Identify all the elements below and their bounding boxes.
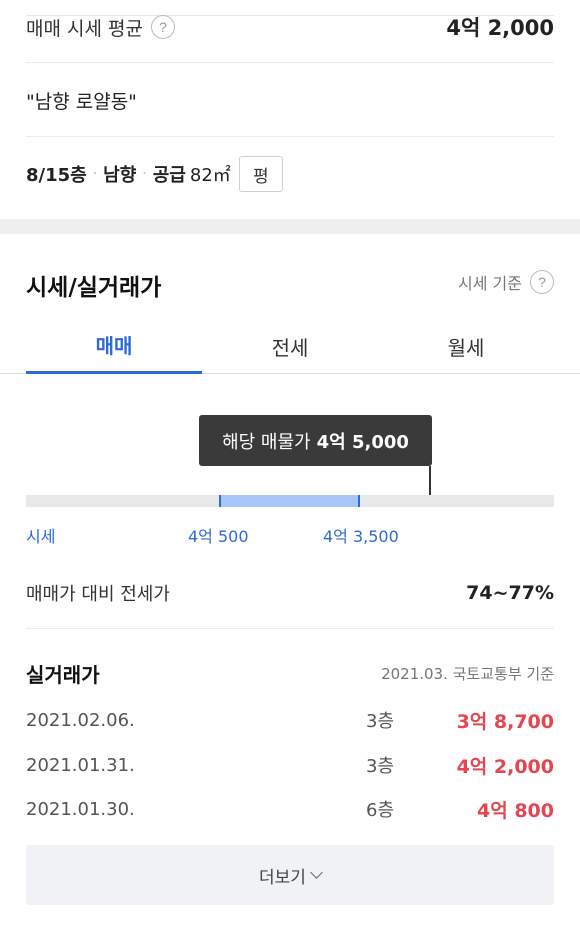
- deal-price: 4억 800: [477, 799, 554, 822]
- avg-price-label: 매매 시세 평균: [26, 17, 143, 40]
- direction-info: 남향: [103, 165, 137, 186]
- deal-row: 2021.02.06. 3층 3억 8,700: [26, 702, 554, 738]
- section-basis[interactable]: 시세 기준 ?: [458, 270, 554, 294]
- avg-price-value: 4억 2,000: [446, 16, 554, 40]
- price-range-fill: [219, 495, 360, 507]
- deal-floor: 3층: [366, 756, 395, 777]
- jeonse-ratio-label: 매매가 대비 전세가: [26, 584, 170, 605]
- listing-price-tooltip: 해당 매물가 4억 5,000: [199, 415, 432, 466]
- deals-basis: 2021.03. 국토교통부 기준: [381, 664, 554, 683]
- deal-row: 2021.01.30. 6층 4억 800: [26, 791, 554, 827]
- deal-floor: 6층: [366, 800, 395, 821]
- pyeong-toggle-button[interactable]: 평: [238, 156, 283, 192]
- floor-info: 8/15층: [26, 165, 87, 186]
- supply-label: 공급: [152, 165, 186, 186]
- tooltip-label: 해당 매물가: [222, 431, 311, 453]
- avg-price-label-wrap: 매매 시세 평균 ?: [26, 14, 175, 41]
- divider: [26, 62, 554, 63]
- tab-jeonse[interactable]: 전세: [202, 318, 378, 374]
- deal-date: 2021.01.31.: [26, 754, 135, 776]
- jeonse-ratio-row: 매매가 대비 전세가 74~77%: [26, 576, 554, 610]
- avg-price-row: 매매 시세 평균 ? 4억 2,000: [26, 10, 554, 44]
- jeonse-ratio-value: 74~77%: [466, 582, 554, 604]
- price-range-high: 4억 3,500: [323, 527, 399, 546]
- supply-area: 82㎡: [189, 165, 231, 186]
- more-button-label: 더보기: [259, 867, 306, 888]
- divider: [26, 628, 554, 629]
- separator-dot: ·: [92, 166, 98, 182]
- more-button[interactable]: 더보기: [26, 845, 554, 905]
- separator-dot: ·: [142, 166, 147, 182]
- deal-row: 2021.01.31. 3층 4억 2,000: [26, 747, 554, 783]
- price-range-label: 시세: [26, 527, 56, 546]
- deals-title: 실거래가: [26, 662, 100, 687]
- deal-price: 4억 2,000: [456, 755, 554, 778]
- deal-date: 2021.01.30.: [26, 798, 135, 820]
- deal-floor: 3층: [366, 711, 395, 732]
- question-circle-icon[interactable]: ?: [150, 15, 175, 39]
- section-basis-label: 시세 기준: [458, 274, 522, 293]
- deal-date: 2021.02.06.: [26, 709, 135, 731]
- tab-sale[interactable]: 매매: [26, 318, 202, 374]
- section-title: 시세/실거래가: [26, 275, 162, 301]
- price-type-tabs: 매매 전세 월세: [0, 318, 580, 374]
- listing-info-row: 8/15층 · 남향 · 공급 82㎡ 평: [26, 155, 554, 193]
- deal-price: 3억 8,700: [456, 710, 554, 733]
- price-range-low: 4억 500: [188, 527, 249, 546]
- deals-header: 실거래가 2021.03. 국토교통부 기준: [26, 656, 554, 690]
- tab-monthly-rent[interactable]: 월세: [378, 318, 554, 374]
- chevron-down-icon: [310, 865, 323, 879]
- tooltip-value: 4억 5,000: [316, 431, 409, 453]
- section-separator-band: [0, 219, 580, 234]
- listing-quote: "남향 로얄동": [26, 90, 137, 113]
- question-circle-icon[interactable]: ?: [530, 270, 554, 294]
- divider: [26, 136, 554, 137]
